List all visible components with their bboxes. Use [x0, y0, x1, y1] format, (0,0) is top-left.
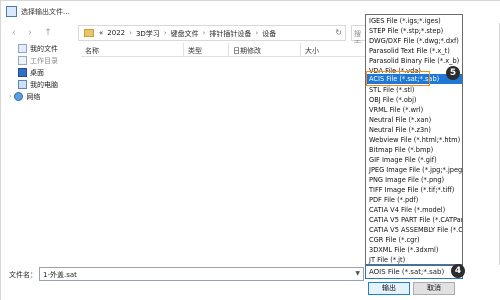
desktop-icon	[18, 68, 27, 77]
dropdown-option[interactable]: JPEG Image File (*.jpg;*.jpeg)	[366, 165, 462, 175]
column-header-label: 名称	[85, 47, 99, 55]
dropdown-option[interactable]: VRML File (*.wrl)	[366, 105, 462, 115]
address-bar[interactable]: « 2022 › 3D学习 › 键盘文件 › 排针插针设备 › 设备 ↻	[78, 25, 346, 41]
step-badge-4: 4	[451, 264, 465, 278]
column-header-type[interactable]: 类型	[184, 43, 229, 57]
dropdown-option[interactable]: IGES File (*.igs;*.iges)	[366, 16, 462, 26]
column-header-label: 日期修改	[233, 47, 261, 55]
breadcrumb-item[interactable]: 排针插针设备	[209, 29, 251, 39]
cancel-button[interactable]: 取消	[413, 282, 455, 295]
highlight-box	[366, 71, 430, 86]
dropdown-option[interactable]: CATIA V4 File (*.model)	[366, 205, 462, 215]
file-type-dropdown: IGES File (*.igs;*.iges) STEP File (*.st…	[365, 14, 463, 265]
dropdown-option[interactable]: STEP File (*.stp;*.step)	[366, 26, 462, 36]
dropdown-option[interactable]: TIFF Image File (*.tif;*.tiff)	[366, 185, 462, 195]
sidebar-item-computer[interactable]: 我的电脑	[18, 79, 58, 90]
dropdown-option[interactable]: 3DXML File (*.3dxml)	[366, 245, 462, 255]
file-type-select[interactable]: AOIS File (*.sat;*.sab) ▼	[365, 265, 463, 279]
back-arrow-icon[interactable]: ‹	[7, 27, 21, 39]
column-header-label: 大小	[305, 47, 319, 55]
column-header-name[interactable]: 名称	[81, 43, 184, 57]
expand-chevron-icon[interactable]: ›	[9, 93, 11, 100]
dropdown-option[interactable]: CGR File (*.cgr)	[366, 235, 462, 245]
navigation-pane: 我的文件 工作目录 桌面 我的电脑 › 网络	[1, 43, 79, 265]
column-header-label: 类型	[188, 47, 202, 55]
dropdown-option[interactable]: Webview File (*.html;*.htm)	[366, 135, 462, 145]
documents-icon	[18, 44, 27, 53]
dropdown-option[interactable]: Neutral File (*.xan)	[366, 115, 462, 125]
refresh-icon[interactable]: ↻	[335, 28, 342, 37]
dropdown-option[interactable]: Bitmap File (*.bmp)	[366, 145, 462, 155]
work-folder-icon	[18, 56, 27, 65]
breadcrumb-overflow[interactable]: «	[99, 29, 103, 39]
dropdown-option[interactable]: GIF Image File (*.gif)	[366, 155, 462, 165]
save-dialog: 选择输出文件... ‹ › ↑ « 2022 › 3D学习 › 键盘文件 › 排…	[0, 0, 500, 300]
sidebar-item-label: 我的文件	[30, 44, 58, 53]
breadcrumb-item[interactable]: 设备	[262, 29, 276, 39]
dropdown-option[interactable]: PDF File (*.pdf)	[366, 195, 462, 205]
save-button[interactable]: 输出	[368, 282, 410, 295]
sidebar-item-my-files[interactable]: 我的文件	[18, 43, 58, 54]
file-list: 名称 类型 日期修改 大小	[81, 43, 366, 265]
filename-value: 1-外盖.sat	[43, 271, 77, 279]
sidebar-item-work-directory[interactable]: 工作目录	[18, 55, 58, 66]
step-badge-5: 5	[446, 66, 460, 80]
sidebar-item-label: 我的电脑	[30, 80, 58, 89]
dialog-title: 选择输出文件...	[21, 8, 70, 16]
breadcrumb-item[interactable]: 2022	[107, 29, 125, 39]
sidebar-item-label: 网络	[26, 92, 41, 101]
breadcrumb-separator: ›	[163, 29, 167, 37]
folder-icon	[84, 29, 94, 37]
up-arrow-icon[interactable]: ↑	[41, 27, 55, 39]
column-header-size[interactable]: 大小	[301, 43, 366, 57]
dropdown-option[interactable]: CATIA V5 PART File (*.CATPart)	[366, 215, 462, 225]
dropdown-option[interactable]: JT File (*.jt)	[366, 255, 462, 264]
network-icon	[14, 92, 24, 101]
dialog-icon	[6, 6, 17, 17]
breadcrumb-separator: ›	[129, 29, 132, 37]
dropdown-option[interactable]: Neutral File (*.z3n)	[366, 125, 462, 135]
chevron-down-icon[interactable]: ▼	[355, 270, 360, 277]
sidebar-item-label: 桌面	[30, 68, 44, 77]
breadcrumb-item[interactable]: 键盘文件	[171, 29, 199, 39]
breadcrumb-separator: ›	[202, 29, 206, 37]
dropdown-option[interactable]: CATIA V5 ASSEMBLY File (*.CATProduct)	[366, 225, 462, 235]
column-header-date[interactable]: 日期修改	[229, 43, 301, 57]
dropdown-option[interactable]: STL File (*.stl)	[366, 85, 462, 95]
dropdown-option[interactable]: OBJ File (*.obj)	[366, 95, 462, 105]
file-type-value: AOIS File (*.sat;*.sab)	[369, 268, 445, 276]
sidebar-item-desktop[interactable]: 桌面	[18, 67, 44, 78]
computer-icon	[18, 80, 27, 89]
sidebar-item-label: 工作目录	[30, 56, 58, 65]
sidebar-item-network[interactable]: › 网络	[9, 91, 40, 102]
forward-arrow-icon[interactable]: ›	[23, 27, 37, 39]
breadcrumb: « 2022 › 3D学习 › 键盘文件 › 排针插针设备 › 设备	[99, 29, 276, 39]
dropdown-option[interactable]: DWG/DXF File (*.dwg;*.dxf)	[366, 36, 462, 46]
breadcrumb-item[interactable]: 3D学习	[136, 29, 160, 39]
dropdown-option[interactable]: Parasolid Binary File (*.x_b)	[366, 56, 462, 66]
dropdown-option[interactable]: Parasolid Text File (*.x_t)	[366, 46, 462, 56]
breadcrumb-separator: ›	[255, 29, 259, 37]
filename-label: 文件名：	[9, 271, 37, 279]
dropdown-option[interactable]: PNG Image File (*.png)	[366, 175, 462, 185]
filename-field[interactable]: 1-外盖.sat ▼	[39, 267, 364, 281]
